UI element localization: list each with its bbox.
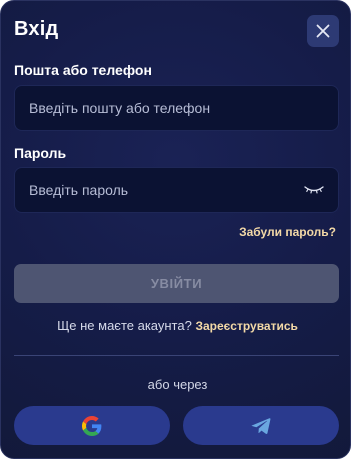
close-button[interactable]: [307, 15, 339, 47]
telegram-login-button[interactable]: [183, 406, 339, 445]
forgot-password-link[interactable]: Забули пароль?: [239, 225, 336, 239]
password-field[interactable]: [15, 168, 304, 212]
email-field-wrapper: [14, 85, 339, 131]
signup-question: Ще не маєте акаунта?: [57, 318, 192, 333]
password-field-wrapper: [14, 167, 339, 213]
close-icon: [316, 24, 330, 38]
google-login-button[interactable]: [14, 406, 170, 445]
alt-login-text: або через: [147, 377, 208, 392]
password-label: Пароль: [14, 145, 67, 161]
modal-title: Вхід: [14, 18, 59, 40]
signup-link[interactable]: Зареєструватись: [195, 319, 297, 333]
google-icon: [82, 415, 102, 436]
divider: [14, 355, 339, 356]
login-button[interactable]: УВІЙТИ: [14, 264, 339, 303]
signup-row: Ще не маєте акаунта? Зареєструватись: [1, 318, 350, 333]
email-field[interactable]: [15, 86, 338, 130]
telegram-icon: [251, 417, 271, 434]
login-modal: Вхід Пошта або телефон Пароль Забули пар…: [0, 0, 351, 459]
email-label: Пошта або телефон: [14, 62, 152, 78]
eye-closed-icon[interactable]: [304, 184, 324, 196]
